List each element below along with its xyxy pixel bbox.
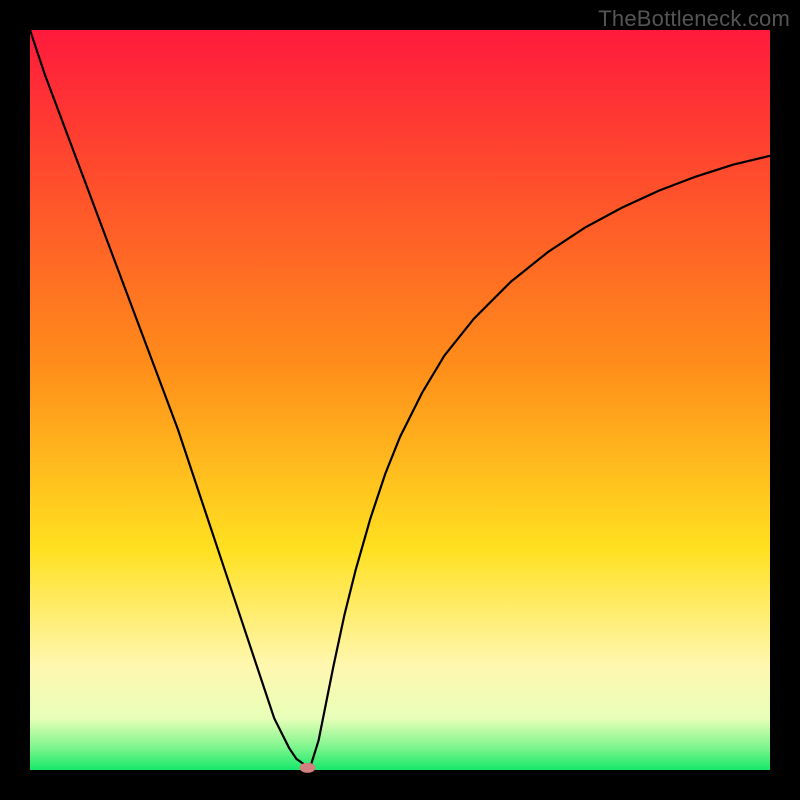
bottleneck-chart xyxy=(0,0,800,800)
optimum-marker xyxy=(300,763,316,773)
plot-background xyxy=(30,30,770,770)
chart-frame: TheBottleneck.com xyxy=(0,0,800,800)
